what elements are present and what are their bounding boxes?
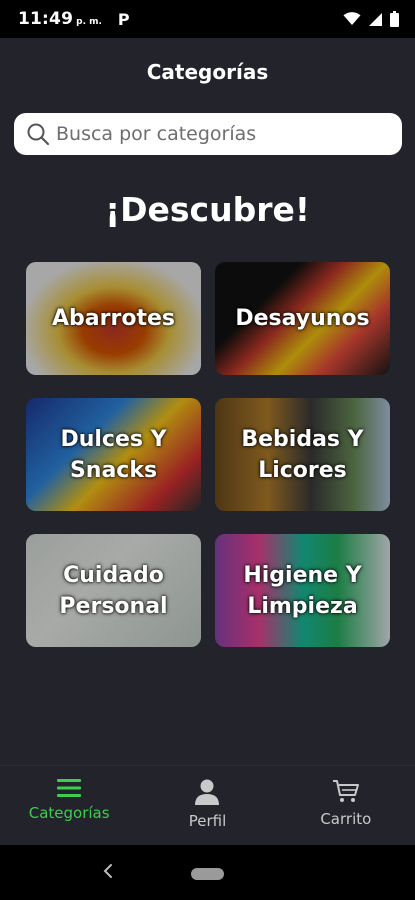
wifi-icon (343, 12, 361, 25)
discover-heading: ¡Descubre! (105, 190, 310, 229)
status-bar: 11:49 p. m. P (0, 0, 415, 38)
nav-item-perfil[interactable]: Perfil (138, 766, 276, 845)
nav-item-categorias[interactable]: Categorías (0, 766, 138, 845)
status-time: 11:49 (18, 9, 74, 29)
category-label: Cuidado Personal (59, 562, 168, 619)
nav-label: Categorías (28, 804, 110, 822)
cart-icon (332, 780, 359, 802)
nav-label: Carrito (320, 810, 372, 828)
category-label: Abarrotes (52, 306, 175, 331)
signal-icon (369, 12, 382, 26)
search-input[interactable] (56, 123, 386, 145)
page-title: Categorías (146, 60, 269, 84)
home-button[interactable] (191, 868, 224, 880)
category-tile-bebidas-licores[interactable]: Bebidas Y Licores (215, 398, 390, 511)
category-tile-cuidado-personal[interactable]: Cuidado Personal (26, 534, 201, 647)
person-icon (195, 779, 220, 805)
status-ampm: p. m. (76, 17, 102, 27)
nav-item-carrito[interactable]: Carrito (277, 766, 415, 845)
notification-icon: P (117, 9, 130, 29)
category-label: Dulces Y Snacks (60, 426, 167, 483)
category-tile-higiene-limpieza[interactable]: Higiene Y Limpieza (215, 534, 390, 647)
category-tile-abarrotes[interactable]: Abarrotes (26, 262, 201, 375)
status-icons (343, 11, 399, 27)
category-label: Bebidas Y Licores (241, 426, 364, 483)
system-nav-bar (0, 845, 415, 900)
category-tile-desayunos[interactable]: Desayunos (215, 262, 390, 375)
category-label: Desayunos (235, 306, 370, 331)
menu-icon (57, 779, 82, 797)
nav-label: Perfil (188, 812, 227, 830)
search-icon (27, 123, 50, 146)
category-label: Higiene Y Limpieza (243, 562, 362, 619)
battery-icon (390, 11, 399, 27)
category-tile-dulces-snacks[interactable]: Dulces Y Snacks (26, 398, 201, 511)
search-bar[interactable] (14, 113, 402, 155)
back-icon[interactable] (102, 863, 114, 879)
bottom-nav: Categorías Perfil Carrito (0, 765, 415, 845)
